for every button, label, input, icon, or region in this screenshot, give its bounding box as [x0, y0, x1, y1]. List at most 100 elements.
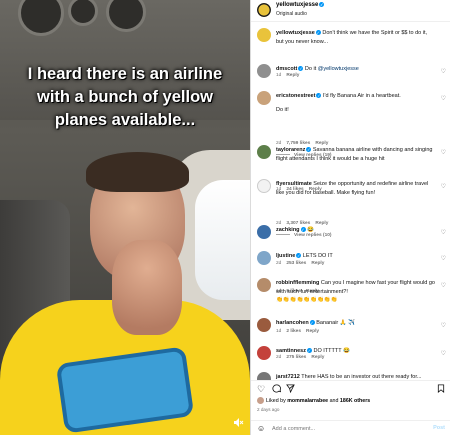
comment-username[interactable]: samtinnesz	[276, 348, 306, 354]
comment-username[interactable]: zachking	[276, 227, 300, 233]
comment-likes[interactable]: 253 likes	[286, 261, 306, 266]
comment-text: ericstonestreet ✓ I'd fly Banana Air in a…	[276, 92, 436, 114]
avatar[interactable]	[257, 225, 271, 239]
avatar[interactable]	[257, 64, 271, 78]
post-header: yellowtuxjesse ✓ Original audio	[251, 0, 450, 22]
add-comment-bar: ☺ Post	[251, 420, 450, 435]
audio-label[interactable]: Original audio	[276, 11, 307, 17]
person-hair	[86, 152, 189, 192]
comment-mention[interactable]: @yellowtuxjesse	[318, 66, 359, 72]
comment-icon[interactable]	[272, 384, 282, 395]
comment-username[interactable]: robbinfflemming	[276, 280, 319, 286]
likes-summary: Liked by mommalarrabee and 186K others	[257, 397, 447, 404]
comment-age: 2d	[276, 355, 282, 360]
reply-button[interactable]: Reply	[311, 261, 324, 266]
avatar[interactable]	[257, 3, 271, 17]
reply-button[interactable]: Reply	[311, 355, 324, 360]
comment-likes[interactable]: 2 likes	[286, 329, 301, 334]
person-hand	[112, 240, 182, 335]
comment-list: yellowtuxjesse ✓ Don't think we have the …	[251, 24, 450, 380]
comment-body: DO ITTTTT 😂	[313, 348, 350, 354]
bookmark-icon[interactable]	[437, 384, 445, 395]
heart-icon[interactable]: ♡	[441, 229, 446, 236]
heart-icon[interactable]: ♡	[441, 255, 446, 262]
comment-text: jarst7212 There HAS to be an investor ou…	[276, 373, 436, 380]
heart-icon[interactable]: ♡	[441, 322, 446, 329]
comment-likes[interactable]: 275 likes	[286, 355, 306, 360]
post-button[interactable]: Post	[433, 425, 445, 431]
comment-body: LETS DO IT	[302, 253, 333, 259]
verified-icon: ✓	[316, 93, 322, 98]
heart-icon[interactable]: ♡	[441, 183, 446, 190]
verified-icon: ✓	[319, 2, 325, 7]
comment-age: 1d	[276, 73, 282, 78]
heart-icon[interactable]: ♡	[441, 149, 446, 156]
video-caption: I heard there is an airline with a bunch…	[27, 65, 223, 129]
comment-meta: 2d 275 likes Reply	[276, 355, 329, 360]
comment-body: 😂	[307, 227, 314, 233]
post-age[interactable]: 2 days ago	[257, 407, 279, 412]
post-author[interactable]: yellowtuxjesse ✓	[276, 2, 325, 8]
comment-username[interactable]: yellowtuxjesse	[276, 30, 315, 36]
comment-username[interactable]: flyersultimate	[276, 181, 312, 187]
avatar[interactable]	[257, 28, 271, 42]
avatar[interactable]	[257, 346, 271, 360]
heart-icon[interactable]: ♡	[441, 95, 446, 102]
avatar[interactable]	[257, 278, 271, 292]
avatar[interactable]	[257, 179, 271, 193]
heart-icon[interactable]: ♡	[257, 384, 265, 394]
comment-body-extra: 👏👏👏👏👏👏👏👏👏	[276, 297, 338, 303]
verified-icon: ✓	[306, 348, 312, 353]
comment-meta: 2d 253 likes Reply	[276, 261, 329, 266]
comment-text: yellowtuxjesse ✓ Don't think we have the …	[276, 29, 436, 46]
verified-icon: ✓	[298, 66, 304, 71]
comment-text: samtinnesz ✓ DO ITTTTT 😂	[276, 347, 436, 356]
avatar[interactable]	[257, 318, 271, 332]
comment-meta: 1d 2 likes Reply	[276, 329, 324, 334]
speaker-muted-icon[interactable]	[232, 418, 246, 430]
reply-button[interactable]: Reply	[306, 329, 319, 334]
comment-body: I'd fly Banana Air in a heartbeat.	[322, 93, 401, 99]
liked-by-count[interactable]: 186K others	[340, 398, 370, 404]
smiley-icon[interactable]: ☺	[257, 424, 265, 433]
heart-icon[interactable]: ♡	[441, 68, 446, 75]
liked-by-and: and	[328, 398, 340, 404]
heart-icon[interactable]: ♡	[441, 350, 446, 357]
avatar[interactable]	[257, 91, 271, 105]
comment-text: ljustine ✓ LETS DO IT	[276, 252, 436, 261]
comments-panel: yellowtuxjesse ✓ Original audio yellowtux…	[250, 0, 450, 435]
comment-username[interactable]: ericstonestreet	[276, 93, 315, 99]
comment-body-extra: Do it!	[276, 106, 289, 113]
comment-meta: 1d Reply	[276, 73, 304, 78]
liked-by-user[interactable]: mommalarrabee	[287, 398, 328, 404]
comment-text: zachking ✓ 😂	[276, 226, 436, 235]
comment-text: robbinfflemming Can you I magine how fas…	[276, 279, 436, 305]
verified-icon: ✓	[300, 227, 306, 232]
avatar[interactable]	[257, 145, 271, 159]
comment-body: Bananair 🙏 ✈️	[316, 320, 356, 326]
verified-icon: ✓	[309, 320, 315, 325]
comment-age: 1d	[276, 329, 282, 334]
comment-username[interactable]: dmscott	[276, 66, 297, 72]
airplane-window	[195, 180, 250, 300]
avatar[interactable]	[257, 397, 264, 404]
comment-body: Do it	[304, 66, 318, 72]
reel-video[interactable]: I heard there is an airline with a bunch…	[0, 0, 250, 435]
reply-button[interactable]: Reply	[286, 73, 299, 78]
comment-text: flyersultimate Seize the opportunity and…	[276, 180, 436, 197]
verified-icon: ✓	[296, 253, 302, 258]
comment-text: harlancohen ✓ Bananair 🙏 ✈️	[276, 319, 436, 328]
comment-username[interactable]: taylorarenz	[276, 147, 305, 153]
comment-username[interactable]: ljustine	[276, 253, 295, 259]
verified-icon: ✓	[306, 147, 312, 152]
liked-by-prefix: Liked by	[266, 398, 288, 404]
comment-username[interactable]: harlancohen	[276, 320, 309, 326]
avatar[interactable]	[257, 372, 271, 380]
comment-text: taylorarenz ✓ Savanna banana airline with…	[276, 146, 436, 163]
avatar[interactable]	[257, 251, 271, 265]
share-icon[interactable]	[286, 384, 295, 395]
action-bar: ♡	[251, 380, 450, 396]
heart-icon[interactable]: ♡	[441, 282, 446, 289]
post-author-name[interactable]: yellowtuxjesse	[276, 2, 318, 8]
comment-input[interactable]	[272, 424, 417, 433]
